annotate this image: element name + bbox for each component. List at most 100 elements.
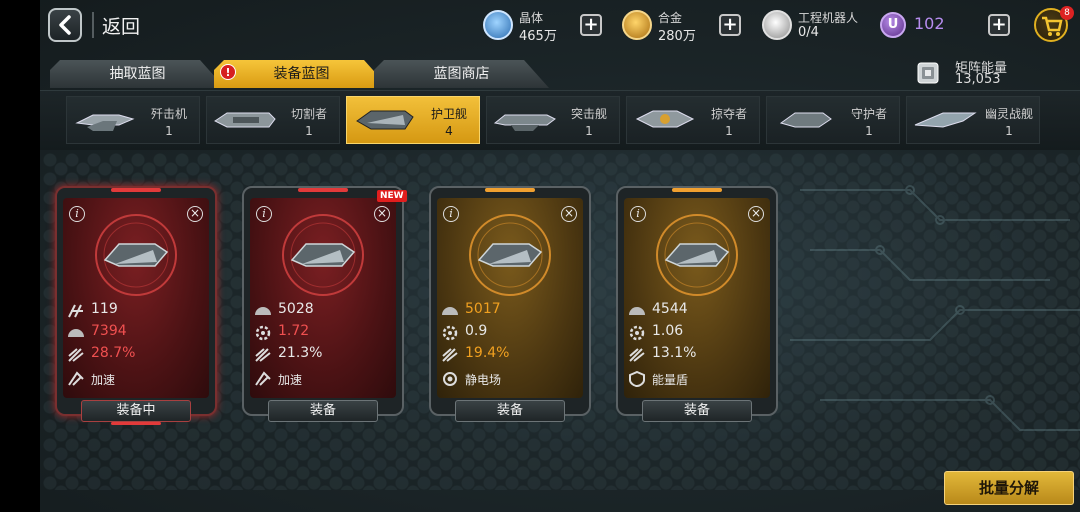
gear-icon (629, 325, 645, 341)
stat-value: 21.3% (278, 345, 323, 361)
alloy-icon (622, 10, 652, 40)
ship-type-frigate[interactable]: 护卫舰 4 (346, 96, 480, 144)
bulk-dismantle-button[interactable]: 批量分解 (944, 471, 1074, 505)
robot-value: 0/4 (798, 25, 819, 40)
ship-type-name: 守护者 (850, 107, 887, 121)
chevron-left-icon (59, 15, 71, 35)
blueprint-card-1[interactable]: i × 119 7394 28.7% 加速 装备中 (55, 186, 217, 425)
robot-icon (762, 10, 792, 40)
ship-type-fighter[interactable]: 歼击机 1 (66, 96, 200, 144)
rarity-indicator (672, 188, 722, 192)
u-coin-value: 102 (914, 14, 945, 33)
ship-type-name: 护卫舰 (430, 107, 467, 121)
info-icon[interactable]: i (256, 206, 272, 222)
fighter-ship-icon (75, 114, 135, 131)
blueprint-card-2[interactable]: NEW i × 5028 1.72 21.3% 加速 装备 (242, 186, 407, 422)
add-u-coin-button[interactable]: + (988, 14, 1010, 36)
info-icon[interactable]: i (443, 206, 459, 222)
skill-name: 加速 (91, 373, 116, 387)
ship-type-count: 1 (585, 124, 593, 138)
stat-value: 13.1% (652, 345, 697, 361)
ship-type-count: 1 (725, 124, 733, 138)
stat-value: 19.4% (465, 345, 510, 361)
resource-alloy: 合金 280万 (622, 6, 732, 44)
skill-name: 能量盾 (652, 373, 689, 387)
phantom-ship-icon (914, 112, 977, 128)
frigate-ship-icon (282, 214, 364, 296)
blueprint-card-3[interactable]: i × 5017 0.9 19.4% 静电场 装备 (429, 186, 591, 422)
ship-type-count: 1 (865, 124, 873, 138)
ship-type-phantom[interactable]: 幽灵战舰 1 (906, 96, 1040, 144)
ship-type-cutter[interactable]: 切割者 1 (206, 96, 340, 144)
equip-button[interactable]: 装备 (455, 400, 565, 422)
matrix-energy-icon (917, 62, 939, 84)
gear-icon (255, 325, 271, 341)
crystal-icon (483, 10, 513, 40)
button-indicator (111, 422, 161, 425)
resource-robot: 工程机器人 0/4 (762, 6, 882, 44)
dismantle-icon[interactable]: × (748, 206, 764, 222)
equip-button[interactable]: 装备 (268, 400, 378, 422)
ship-type-selector: 歼击机 1 切割者 1 护卫舰 4 突击舰 1 掠夺者 1 守护者 1 幽灵战舰… (40, 90, 1080, 150)
raider-ship-icon (635, 110, 695, 128)
dismantle-icon[interactable]: × (374, 206, 390, 222)
equip-button[interactable]: 装备中 (81, 400, 191, 422)
frigate-ship-icon (656, 214, 738, 296)
circuit-decoration (790, 185, 1080, 431)
left-letterbox (0, 0, 40, 512)
ship-type-name: 幽灵战舰 (984, 107, 1033, 121)
stat-value: 7394 (91, 323, 127, 339)
ship-type-name: 切割者 (290, 107, 327, 121)
alloy-label: 合金 (658, 11, 683, 25)
dismantle-icon[interactable]: × (187, 206, 203, 222)
back-separator (92, 12, 94, 38)
tab-draw-blueprint[interactable]: 抽取蓝图 (50, 60, 225, 88)
ship-type-count: 1 (1005, 124, 1013, 138)
stat-value: 0.9 (465, 323, 488, 339)
robot-label: 工程机器人 (798, 11, 859, 25)
tab-blueprint-shop[interactable]: 蓝图商店 (374, 60, 549, 88)
stat-value: 1.06 (652, 323, 684, 339)
stat-value: 5028 (278, 301, 314, 317)
rarity-indicator (485, 188, 535, 192)
info-icon[interactable]: i (69, 206, 85, 222)
rarity-indicator (298, 188, 348, 192)
ship-type-name: 突击舰 (570, 107, 607, 121)
boost-icon (68, 371, 84, 386)
equip-button[interactable]: 装备 (642, 400, 752, 422)
add-alloy-button[interactable]: + (719, 14, 741, 36)
assault-ship-icon (493, 114, 556, 131)
stat-value: 28.7% (91, 345, 136, 361)
ship-type-count: 1 (305, 124, 313, 138)
alloy-value: 280万 (658, 29, 696, 44)
missile-icon (255, 348, 271, 362)
back-label[interactable]: 返回 (102, 12, 140, 39)
frigate-ship-icon (356, 110, 414, 130)
ship-type-name: 歼击机 (150, 107, 187, 121)
frigate-ship-icon (469, 214, 551, 296)
ship-type-raider[interactable]: 掠夺者 1 (626, 96, 760, 144)
static-field-icon (443, 372, 457, 386)
dismantle-icon[interactable]: × (561, 206, 577, 222)
ship-type-name: 掠夺者 (710, 107, 747, 121)
armor-icon (68, 329, 84, 337)
missile-icon (629, 348, 645, 362)
tab-equip-blueprint[interactable]: 装备蓝图 (214, 60, 389, 88)
new-badge: NEW (377, 190, 407, 202)
resource-crystal: 晶体 465万 (483, 6, 593, 44)
ship-type-guardian[interactable]: 守护者 1 (766, 96, 900, 144)
cart-badge: 8 (1060, 6, 1074, 20)
back-button[interactable] (48, 8, 82, 42)
ship-type-assault[interactable]: 突击舰 1 (486, 96, 620, 144)
attack-icon (68, 304, 83, 318)
blueprint-card-4[interactable]: i × 4544 1.06 13.1% 能量盾 装备 (616, 186, 778, 422)
tab-alert-badge: ! (220, 64, 236, 80)
info-icon[interactable]: i (630, 206, 646, 222)
skill-name: 加速 (278, 373, 303, 387)
crystal-value: 465万 (519, 29, 557, 44)
crystal-label: 晶体 (519, 11, 544, 25)
gear-icon (442, 325, 458, 341)
frigate-ship-icon (95, 214, 177, 296)
u-coin-icon: U (880, 12, 906, 38)
add-crystal-button[interactable]: + (580, 14, 602, 36)
